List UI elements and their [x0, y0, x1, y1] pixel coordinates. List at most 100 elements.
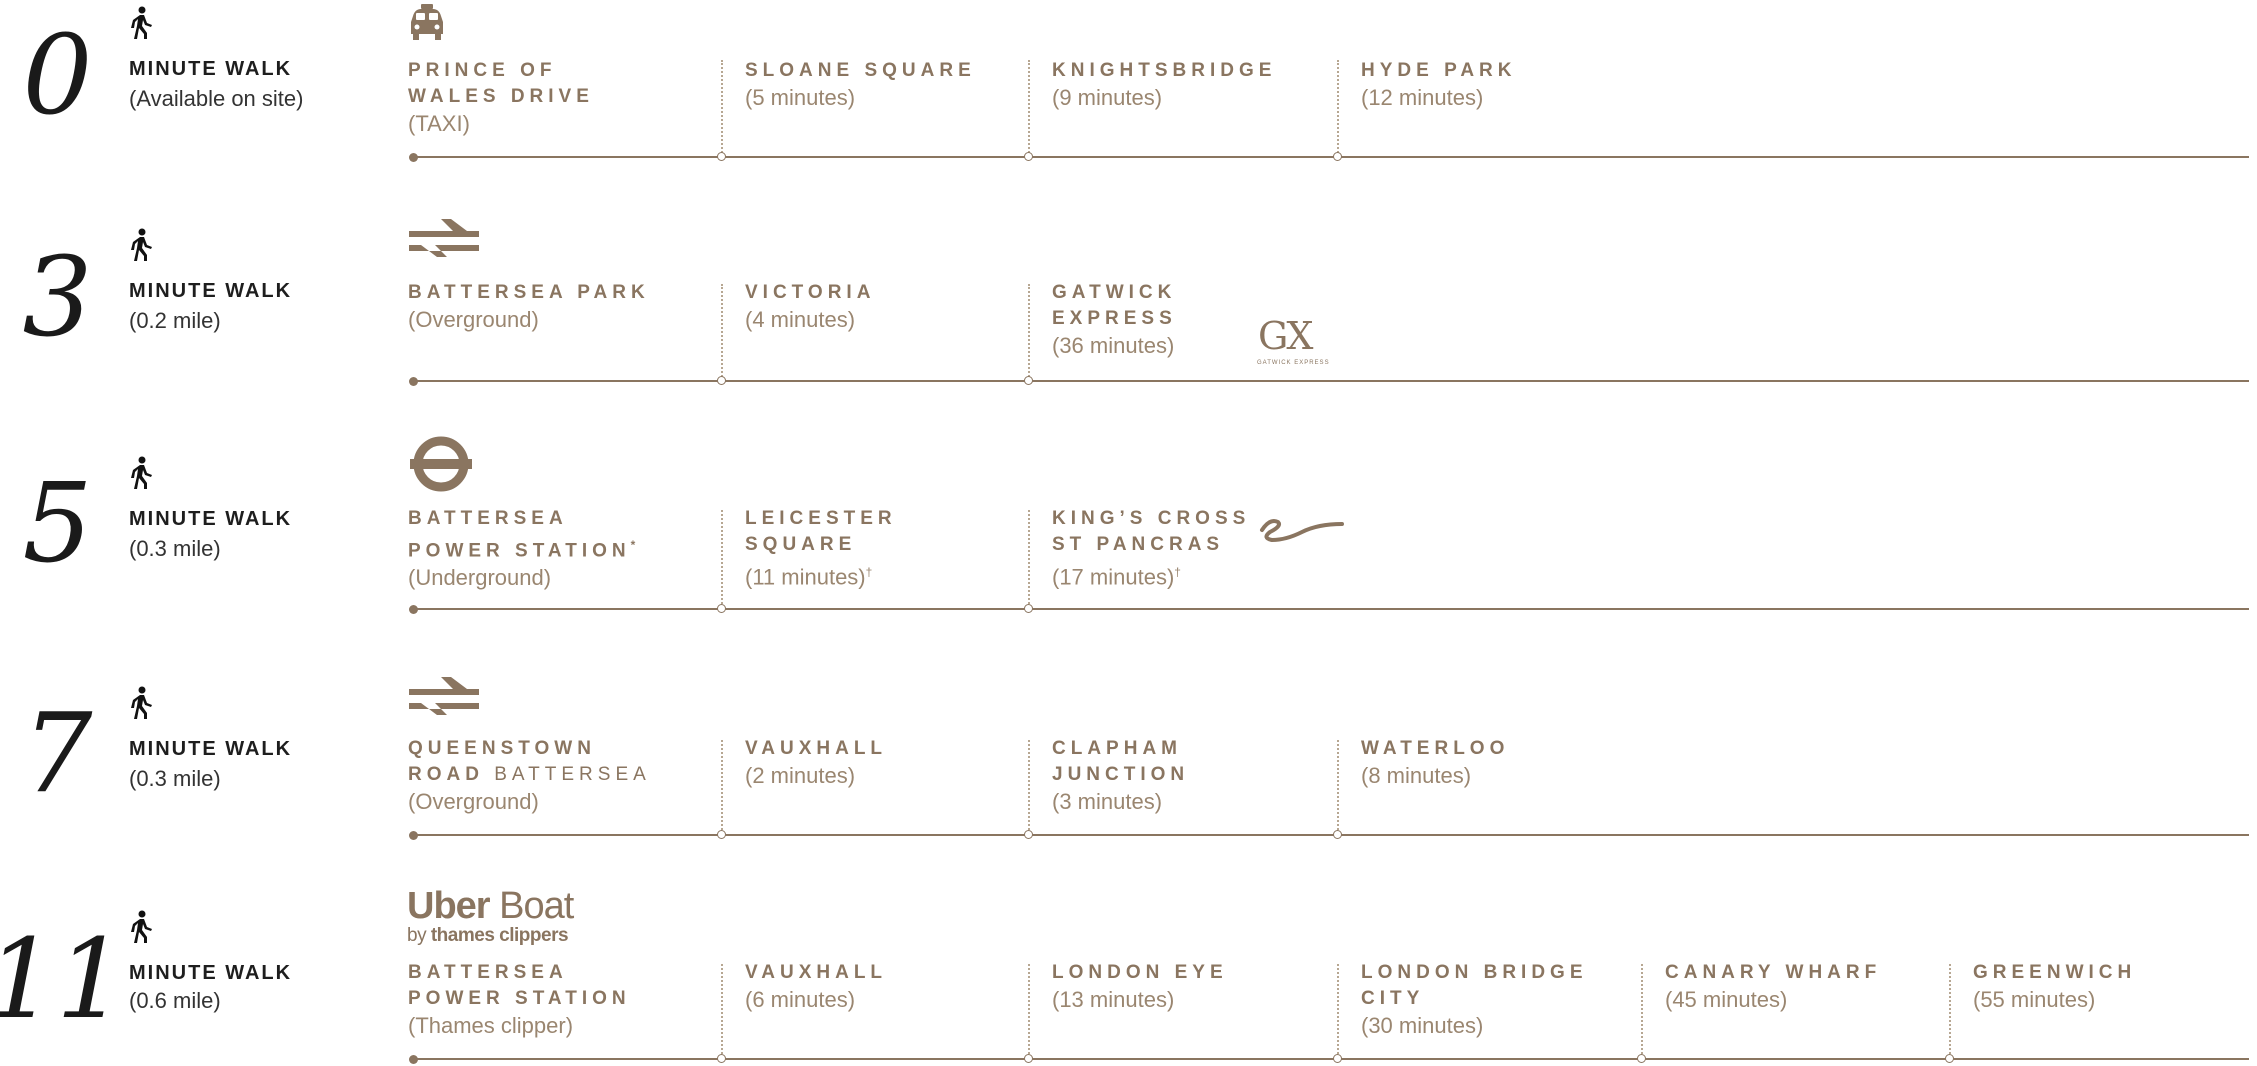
gatwick-express-logo: GX: [1258, 314, 1313, 358]
walk-label: MINUTE WALK: [129, 508, 293, 530]
stop-knightsbridge: KNIGHTSBRIDGE (9 minutes): [1052, 58, 1276, 112]
stop-name-line2-light: BATTERSEA: [494, 764, 651, 785]
stop-name: CANARY WHARF: [1665, 962, 1882, 983]
stop-sub: (9 minutes): [1052, 85, 1163, 110]
stop-sub: (5 minutes): [745, 85, 856, 110]
divider: [1337, 964, 1339, 1058]
divider: [1949, 964, 1951, 1058]
timeline-node: [717, 604, 726, 613]
row-5: 5 MINUTE WALK (0.3 mile) BATTERSEA POWER…: [0, 436, 2257, 670]
divider: [1028, 284, 1030, 380]
timeline-node: [1024, 1054, 1033, 1063]
stop-name: GATWICK: [1052, 282, 1177, 303]
stop-battersea-park: BATTERSEA PARK (Overground): [408, 280, 650, 334]
divider: [1028, 740, 1030, 834]
minute-number: 0: [22, 11, 93, 139]
stop-sub: (30 minutes): [1361, 1013, 1484, 1038]
stop-name: LONDON EYE: [1052, 962, 1228, 983]
stop-battersea-power-station-pier: BATTERSEA POWER STATION (Thames clipper): [408, 960, 631, 1040]
stop-name-line2: JUNCTION: [1052, 764, 1190, 785]
divider: [1028, 60, 1030, 156]
divider: [721, 60, 723, 156]
national-rail-icon: [409, 219, 479, 257]
timeline-node: [1024, 152, 1033, 161]
divider: [721, 284, 723, 380]
minute-number: 3: [22, 233, 93, 361]
stop-name: LEICESTER: [745, 508, 897, 529]
stop-battersea-power-station: BATTERSEA POWER STATION* (Underground): [408, 506, 640, 592]
timeline: [412, 834, 2249, 836]
walking-icon: [131, 456, 152, 489]
stop-sub: (Overground): [408, 789, 539, 814]
dagger-mark: †: [1174, 565, 1181, 579]
timeline-start: [409, 153, 418, 162]
stop-sub: (8 minutes): [1361, 763, 1472, 788]
taxi-icon: [411, 4, 443, 40]
minute-number: 5: [22, 459, 93, 587]
stop-london-bridge-city: LONDON BRIDGE CITY (30 minutes): [1361, 960, 1588, 1040]
stop-sub: (17 minutes)†: [1052, 558, 1250, 591]
walk-label: MINUTE WALK: [129, 280, 293, 302]
divider: [721, 740, 723, 834]
stop-queenstown-road-battersea: QUEENSTOWN ROAD BATTERSEA (Overground): [408, 736, 651, 816]
stop-name: HYDE PARK: [1361, 60, 1517, 81]
stop-sub: (3 minutes): [1052, 789, 1163, 814]
stop-sub: (Underground): [408, 565, 552, 591]
minute-number: 11: [0, 915, 126, 1043]
national-rail-icon: [409, 677, 479, 715]
stop-gatwick-express: GATWICK EXPRESS (36 minutes): [1052, 280, 1177, 360]
stop-name-line2: WALES DRIVE: [408, 86, 594, 107]
stop-prince-of-wales-drive: PRINCE OF WALES DRIVE (TAXI): [408, 58, 594, 138]
stop-name-line2: POWER STATION*: [408, 532, 640, 564]
uber-logo-bold: Uber: [407, 885, 491, 927]
walking-icon: [131, 686, 152, 719]
timeline-node: [1945, 1054, 1954, 1063]
stop-name: CLAPHAM: [1052, 738, 1182, 759]
stop-name: VAUXHALL: [745, 738, 888, 759]
stop-clapham-junction: CLAPHAM JUNCTION (3 minutes): [1052, 736, 1189, 816]
stop-name-line2: ST PANCRAS: [1052, 534, 1225, 555]
stop-name: BATTERSEA: [408, 962, 568, 983]
uber-logo-brand: thames clippers: [430, 925, 569, 946]
row-3: 3 MINUTE WALK (0.2 mile) BATTERSEA PARK …: [0, 219, 2257, 442]
timeline-node: [1024, 376, 1033, 385]
stop-sub: (13 minutes): [1052, 987, 1175, 1012]
stop-hyde-park: HYDE PARK (12 minutes): [1361, 58, 1517, 112]
stop-name: KING’S CROSS: [1052, 508, 1251, 529]
timeline-node: [717, 1054, 726, 1063]
stop-sub: (11 minutes)†: [745, 558, 897, 591]
divider: [1337, 740, 1339, 834]
timeline-node: [717, 376, 726, 385]
walking-icon: [131, 6, 152, 39]
stop-sub: (TAXI): [408, 111, 470, 136]
stop-sub: (4 minutes): [745, 307, 856, 332]
stop-name: PRINCE OF: [408, 60, 557, 81]
row-0: 0 MINUTE WALK (Available on site) PRINCE…: [0, 0, 2257, 220]
stop-london-eye: LONDON EYE (13 minutes): [1052, 960, 1228, 1014]
walking-icon: [131, 228, 152, 261]
stop-sub-text: (11 minutes): [745, 564, 866, 590]
stop-name-line2: POWER STATION: [408, 988, 631, 1009]
stop-sloane-square: SLOANE SQUARE (5 minutes): [745, 58, 976, 112]
walk-label: MINUTE WALK: [129, 738, 293, 760]
timeline-node: [1024, 830, 1033, 839]
row-11: 11 MINUTE WALK (0.6 mile) Uber Boat by t…: [0, 846, 2257, 1066]
stop-name-line2-text: POWER STATION: [408, 540, 631, 562]
stop-greenwich: GREENWICH (55 minutes): [1973, 960, 2136, 1014]
walking-icon: [131, 910, 152, 943]
stop-vauxhall-pier: VAUXHALL (6 minutes): [745, 960, 887, 1014]
dagger-mark: †: [865, 565, 873, 579]
stop-name-line2: SQUARE: [745, 534, 857, 555]
stop-name: SLOANE SQUARE: [745, 60, 976, 81]
timeline: [412, 1058, 2249, 1060]
stop-sub: (Thames clipper): [408, 1013, 574, 1038]
asterisk-mark: *: [630, 538, 641, 552]
divider: [1028, 510, 1030, 608]
eurostar-icon: [1260, 519, 1344, 543]
uber-logo-by: by: [407, 925, 427, 946]
stop-sub: (55 minutes): [1973, 987, 2096, 1012]
underground-roundel-icon: [410, 436, 472, 492]
stop-name-line2: EXPRESS: [1052, 308, 1177, 329]
stop-name: GREENWICH: [1973, 962, 2137, 983]
stop-name-line2: CITY: [1361, 988, 1425, 1009]
